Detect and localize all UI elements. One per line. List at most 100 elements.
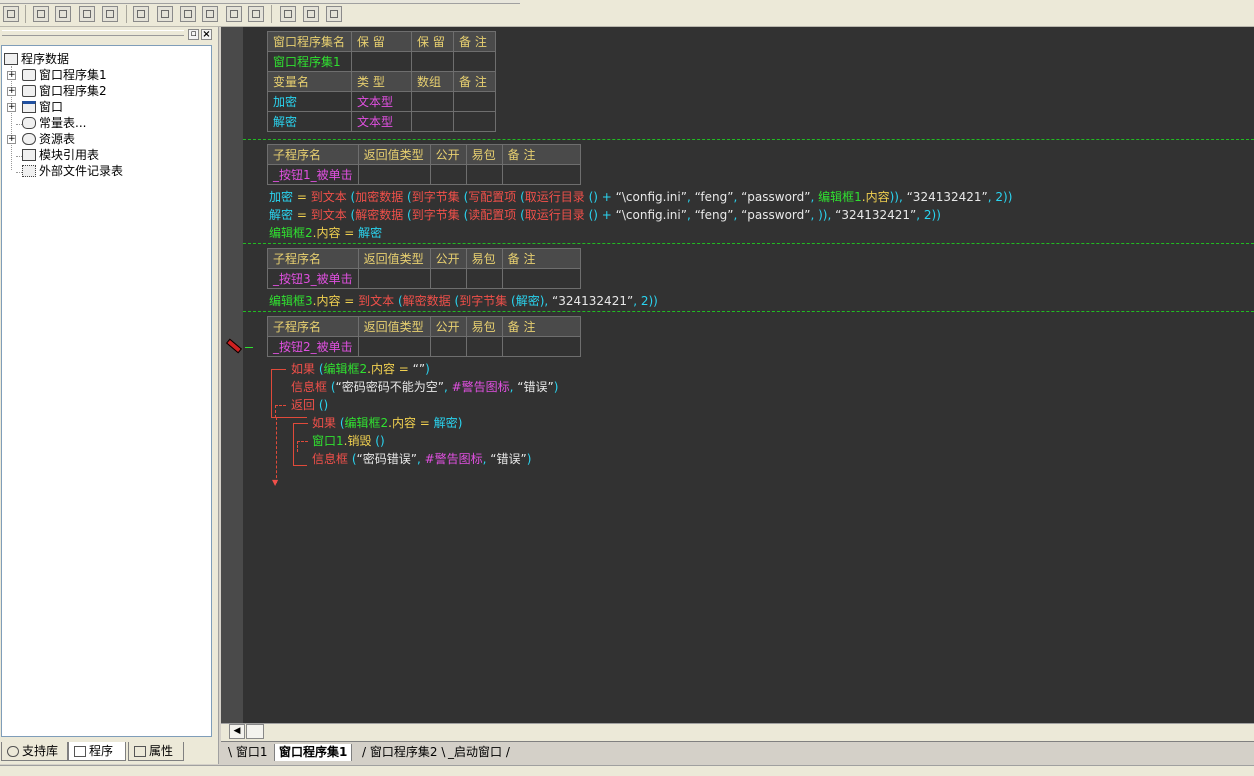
tab-program[interactable]: 程序	[68, 742, 126, 761]
table-cell[interactable]	[357, 268, 431, 289]
table-cell[interactable]	[501, 164, 581, 185]
tree-item-label: 窗口程序集1	[39, 68, 107, 82]
tab-window1[interactable]: \ 窗口1	[228, 744, 268, 761]
align-center-icon[interactable]	[55, 6, 71, 22]
tab-support-library[interactable]: 支持库	[1, 742, 68, 761]
table-cell[interactable]	[357, 164, 431, 185]
sub-table: 子程序名 返回值类型 公开 易包 备 注 _按钮2_被单击	[267, 316, 581, 357]
scrollbar-thumb[interactable]	[246, 724, 264, 739]
table-cell[interactable]	[357, 336, 431, 357]
code-line[interactable]: 返回 ()	[291, 397, 328, 413]
tree-root-label: 程序数据	[21, 52, 70, 66]
table-cell[interactable]	[411, 111, 454, 132]
tab-window-assembly1[interactable]: 窗口程序集1	[274, 744, 353, 761]
resources-icon	[22, 133, 36, 145]
flow-line	[276, 417, 277, 483]
table-header: 保 留	[351, 31, 412, 52]
tab-properties[interactable]: 属性	[128, 742, 184, 761]
tree-item-assembly1[interactable]: 窗口程序集1	[22, 67, 107, 83]
tree-item-window[interactable]: 窗口	[22, 99, 63, 115]
sub-name-cell[interactable]: _按钮3_被单击	[267, 268, 359, 289]
align-bottom-icon[interactable]	[102, 6, 118, 22]
tab-window-assembly2[interactable]: / 窗口程序集2 \	[362, 744, 445, 761]
table-cell[interactable]	[453, 51, 496, 72]
toolbar	[0, 0, 1254, 27]
variable-name-cell[interactable]: 解密	[267, 111, 352, 132]
align-top-icon[interactable]	[79, 6, 95, 22]
assembly-icon	[22, 85, 36, 97]
code-line[interactable]: 加密 = 到文本 (加密数据 (到字节集 (写配置项 (取运行目录 () + “…	[269, 189, 1012, 205]
table-header: 备 注	[501, 144, 581, 165]
table-header: 数组	[411, 71, 454, 92]
variable-type-cell[interactable]: 文本型	[351, 91, 412, 112]
tree-expand-icon[interactable]: +	[7, 87, 16, 96]
toolbar-button-grid-icon[interactable]	[3, 6, 19, 22]
table-cell[interactable]	[453, 111, 496, 132]
table-header: 公开	[429, 248, 467, 269]
space-vertical-icon[interactable]	[180, 6, 196, 22]
tree-item-module-refs[interactable]: 模块引用表	[22, 147, 99, 163]
distribute-height-icon[interactable]	[248, 6, 264, 22]
window-icon	[22, 101, 36, 113]
code-line[interactable]: 信息框 (“密码错误”, #警告图标, “错误”)	[312, 451, 531, 467]
table-cell[interactable]	[429, 336, 467, 357]
center-vertical-icon[interactable]	[157, 6, 173, 22]
table-header: 公开	[429, 144, 467, 165]
tree-item-constants[interactable]: 常量表...	[22, 115, 86, 131]
tree-expand-icon[interactable]: +	[7, 135, 16, 144]
table-cell[interactable]	[465, 268, 503, 289]
same-height-icon[interactable]	[303, 6, 319, 22]
code-line[interactable]: 窗口1.销毁 ()	[312, 433, 385, 449]
distribute-width-icon[interactable]	[226, 6, 242, 22]
code-editor[interactable]: 窗口程序集名 保 留 保 留 备 注 窗口程序集1 变量名 类 型 数组 备 注…	[243, 27, 1254, 723]
table-cell[interactable]	[453, 91, 496, 112]
table-cell[interactable]	[465, 336, 503, 357]
table-cell[interactable]	[351, 51, 412, 72]
assembly-icon	[22, 69, 36, 81]
tree-item-resources[interactable]: 资源表	[22, 131, 75, 147]
table-header: 变量名	[267, 71, 352, 92]
variable-type-cell[interactable]: 文本型	[351, 111, 412, 132]
table-cell[interactable]	[429, 268, 467, 289]
tree-expand-icon[interactable]: +	[7, 103, 16, 112]
tree-expand-icon[interactable]: +	[7, 71, 16, 80]
table-cell[interactable]	[501, 336, 581, 357]
table-cell[interactable]	[465, 164, 503, 185]
sub-name-cell[interactable]: _按钮1_被单击	[267, 164, 359, 185]
tree-item-label: 外部文件记录表	[39, 164, 124, 178]
variable-name-cell[interactable]: 加密	[267, 91, 352, 112]
same-width-icon[interactable]	[280, 6, 296, 22]
sub-table: 子程序名 返回值类型 公开 易包 备 注 _按钮3_被单击	[267, 248, 581, 289]
pane-grip[interactable]	[2, 30, 184, 36]
table-cell[interactable]	[411, 51, 454, 72]
code-line[interactable]: 编辑框3.内容 = 到文本 (解密数据 (到字节集 (解密), “3241324…	[269, 293, 658, 309]
code-line[interactable]: 如果 (编辑框2.内容 = “”)	[291, 361, 430, 377]
sub-name-cell[interactable]: _按钮2_被单击	[267, 336, 359, 357]
horizontal-scrollbar[interactable]	[221, 723, 1254, 741]
scroll-left-icon[interactable]: ◀	[229, 724, 245, 739]
table-header: 类 型	[351, 71, 412, 92]
code-line[interactable]: 编辑框2.内容 = 解密	[269, 225, 382, 241]
space-horizontal-icon[interactable]	[202, 6, 218, 22]
code-line[interactable]: 信息框 (“密码密码不能为空”, #警告图标, “错误”)	[291, 379, 558, 395]
close-icon[interactable]: ×	[201, 29, 212, 40]
toolbar-separator	[25, 5, 26, 23]
center-horizontal-icon[interactable]	[133, 6, 149, 22]
same-size-icon[interactable]	[326, 6, 342, 22]
tab-startup-window[interactable]: _启动窗口 /	[448, 744, 510, 761]
tree-item-label: 常量表...	[39, 116, 87, 130]
table-cell[interactable]	[411, 91, 454, 112]
align-left-icon[interactable]	[33, 6, 49, 22]
tree-root[interactable]: 程序数据	[4, 51, 69, 67]
toolbar-top-line	[0, 0, 520, 4]
table-cell[interactable]	[501, 268, 581, 289]
table-cell[interactable]	[429, 164, 467, 185]
tree-item-assembly2[interactable]: 窗口程序集2	[22, 83, 107, 99]
assembly-name-cell[interactable]: 窗口程序集1	[267, 51, 352, 72]
tree-item-external-files[interactable]: 外部文件记录表	[22, 163, 123, 179]
table-header: 子程序名	[267, 144, 359, 165]
table-header: 保 留	[411, 31, 454, 52]
code-line[interactable]: 如果 (编辑框2.内容 = 解密)	[312, 415, 462, 431]
pin-icon[interactable]: ▫	[188, 29, 199, 40]
code-line[interactable]: 解密 = 到文本 (解密数据 (到字节集 (读配置项 (取运行目录 () + “…	[269, 207, 941, 223]
